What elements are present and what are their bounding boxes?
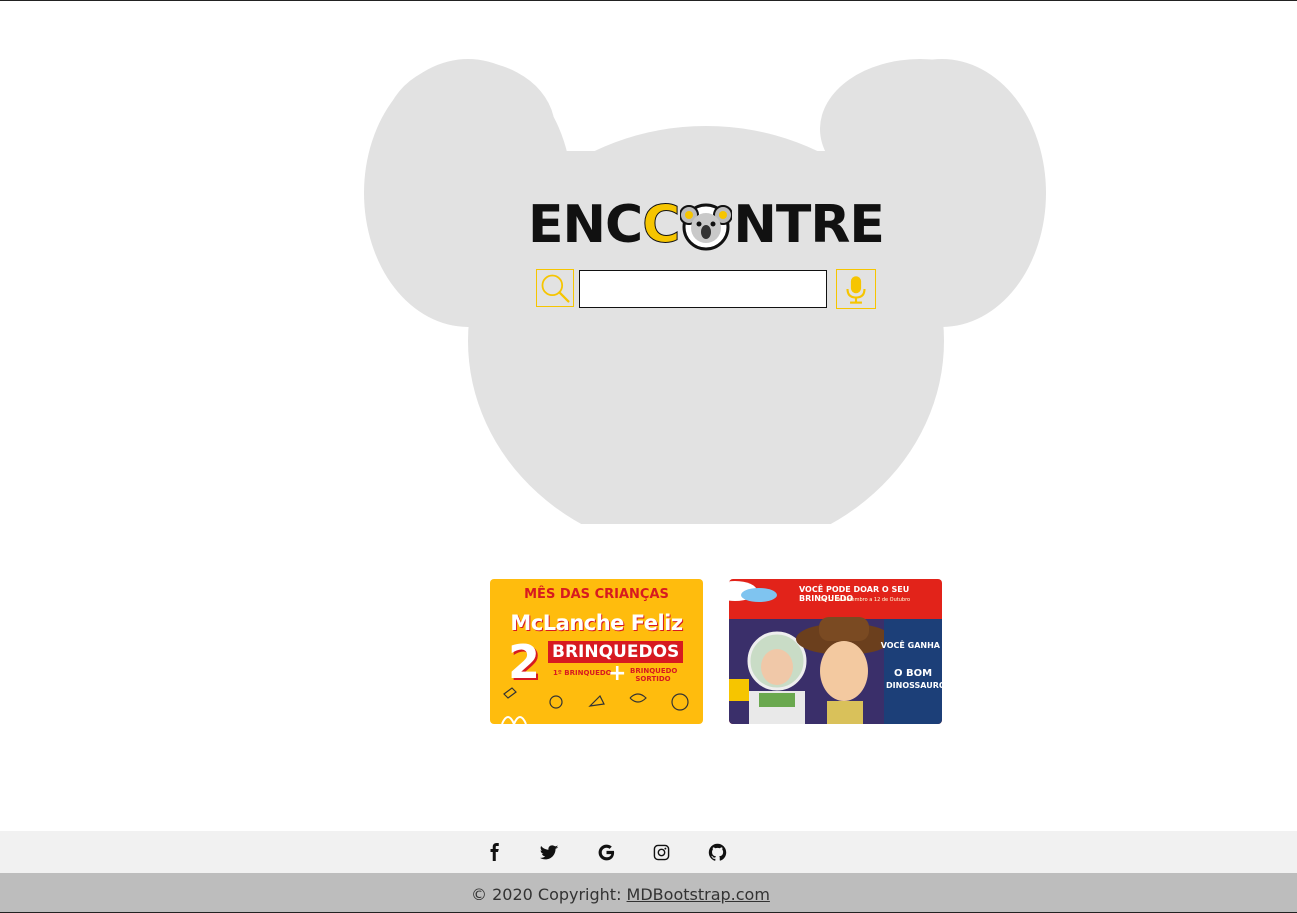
banner-win: VOCÊ GANHA bbox=[880, 641, 940, 650]
search-bar bbox=[536, 269, 878, 311]
logo-text-yellow-c: C bbox=[642, 195, 681, 255]
doodle-illustrations bbox=[501, 687, 689, 724]
search-button[interactable] bbox=[536, 269, 574, 307]
banner-item2: BRINQUEDO SORTIDO bbox=[630, 667, 678, 683]
footer-social-bar bbox=[0, 831, 1297, 873]
banner-headline: MÊS DAS CRIANÇAS bbox=[524, 587, 669, 602]
page: ENC C NTRE MÊS DAS CRIANÇAS McLanche Fel… bbox=[0, 0, 1297, 913]
banner-brand: McLanche Feliz bbox=[510, 611, 683, 635]
banner-number: 2 bbox=[508, 635, 541, 689]
twitter-link[interactable] bbox=[537, 840, 561, 864]
search-icon bbox=[541, 274, 570, 303]
logo-text-part1: ENC bbox=[528, 195, 643, 255]
banner-item1: 1º BRINQUEDO bbox=[553, 669, 612, 677]
banner-movie: O BOM bbox=[893, 668, 933, 679]
facebook-link[interactable] bbox=[483, 840, 507, 864]
voice-search-button[interactable] bbox=[836, 269, 876, 309]
promo-banner-toy-story[interactable]: VOCÊ PODE DOAR O SEU BRINQUEDO De 12 de … bbox=[729, 579, 942, 724]
copyright-link[interactable]: MDBootstrap.com bbox=[627, 885, 770, 904]
instagram-icon bbox=[653, 844, 669, 860]
encontre-logo: ENC C NTRE bbox=[528, 195, 885, 255]
copyright-text: © 2020 Copyright: MDBootstrap.com bbox=[471, 885, 770, 904]
banner-movie2: DINOSSAURO bbox=[886, 681, 942, 690]
logo-text-part3: NTRE bbox=[733, 195, 885, 255]
copyright-prefix: © 2020 Copyright: bbox=[471, 885, 627, 904]
microphone-icon bbox=[846, 276, 866, 304]
banner-plus: + bbox=[608, 661, 627, 686]
github-icon bbox=[708, 843, 726, 861]
banner-toys: BRINQUEDOS bbox=[548, 641, 684, 663]
search-input[interactable] bbox=[579, 270, 827, 308]
promo-banner-mclanche[interactable]: MÊS DAS CRIANÇAS McLanche Feliz 2 BRINQU… bbox=[490, 579, 703, 724]
google-link[interactable] bbox=[594, 840, 618, 864]
twitter-icon bbox=[539, 844, 558, 859]
github-link[interactable] bbox=[705, 840, 729, 864]
koala-icon bbox=[679, 199, 734, 251]
footer-copyright-bar: © 2020 Copyright: MDBootstrap.com bbox=[0, 873, 1297, 913]
google-icon bbox=[598, 844, 614, 860]
facebook-icon bbox=[490, 843, 499, 861]
banner-dates: De 12 de Setembro a 12 de Outubro bbox=[819, 597, 911, 603]
instagram-link[interactable] bbox=[649, 840, 673, 864]
